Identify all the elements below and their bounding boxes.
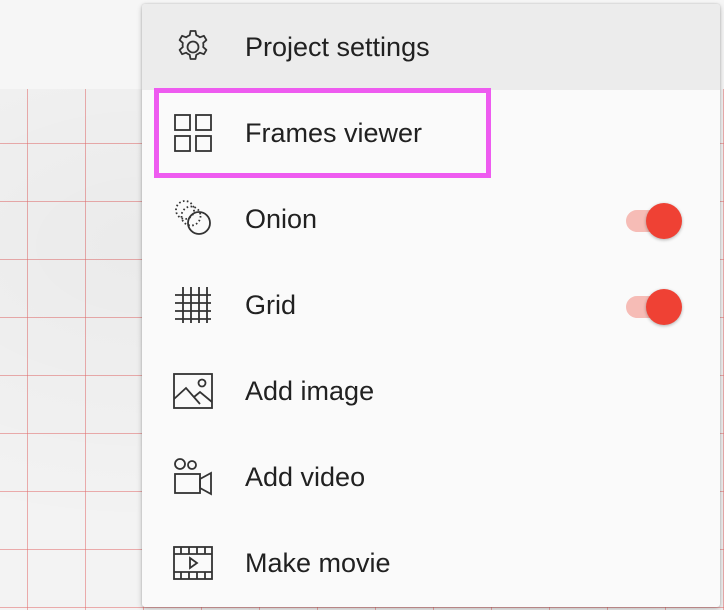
menu-item-label: Add video xyxy=(245,462,366,492)
menu-item-label: Frames viewer xyxy=(245,118,423,148)
video-camera-icon xyxy=(172,457,214,497)
movie-film-icon xyxy=(172,543,214,583)
toggle-thumb xyxy=(646,289,682,325)
menu-item-label: Project settings xyxy=(245,32,430,62)
menu-item-label: Make movie xyxy=(245,548,391,578)
frames-grid-icon xyxy=(172,113,214,153)
grid-icon xyxy=(172,285,214,325)
menu-item-label: Grid xyxy=(245,290,297,320)
menu-item-label: Onion xyxy=(245,204,318,234)
overflow-menu: Project settings Frames viewer Onion Gri… xyxy=(142,4,720,607)
menu-item-add-image[interactable]: Add image xyxy=(142,348,720,434)
app-screen: Project settings Frames viewer Onion Gri… xyxy=(0,0,724,610)
menu-item-onion[interactable]: Onion xyxy=(142,176,720,262)
onion-skin-icon xyxy=(172,199,214,239)
grid-toggle[interactable] xyxy=(622,289,686,325)
onion-toggle[interactable] xyxy=(622,203,686,239)
gear-icon xyxy=(172,27,214,67)
menu-item-add-video[interactable]: Add video xyxy=(142,434,720,520)
toggle-thumb xyxy=(646,203,682,239)
menu-item-make-movie[interactable]: Make movie xyxy=(142,520,720,606)
menu-item-project-settings[interactable]: Project settings xyxy=(142,4,720,90)
menu-item-frames-viewer[interactable]: Frames viewer xyxy=(142,90,720,176)
menu-item-label: Add image xyxy=(245,376,375,406)
image-icon xyxy=(172,371,214,411)
menu-item-grid[interactable]: Grid xyxy=(142,262,720,348)
